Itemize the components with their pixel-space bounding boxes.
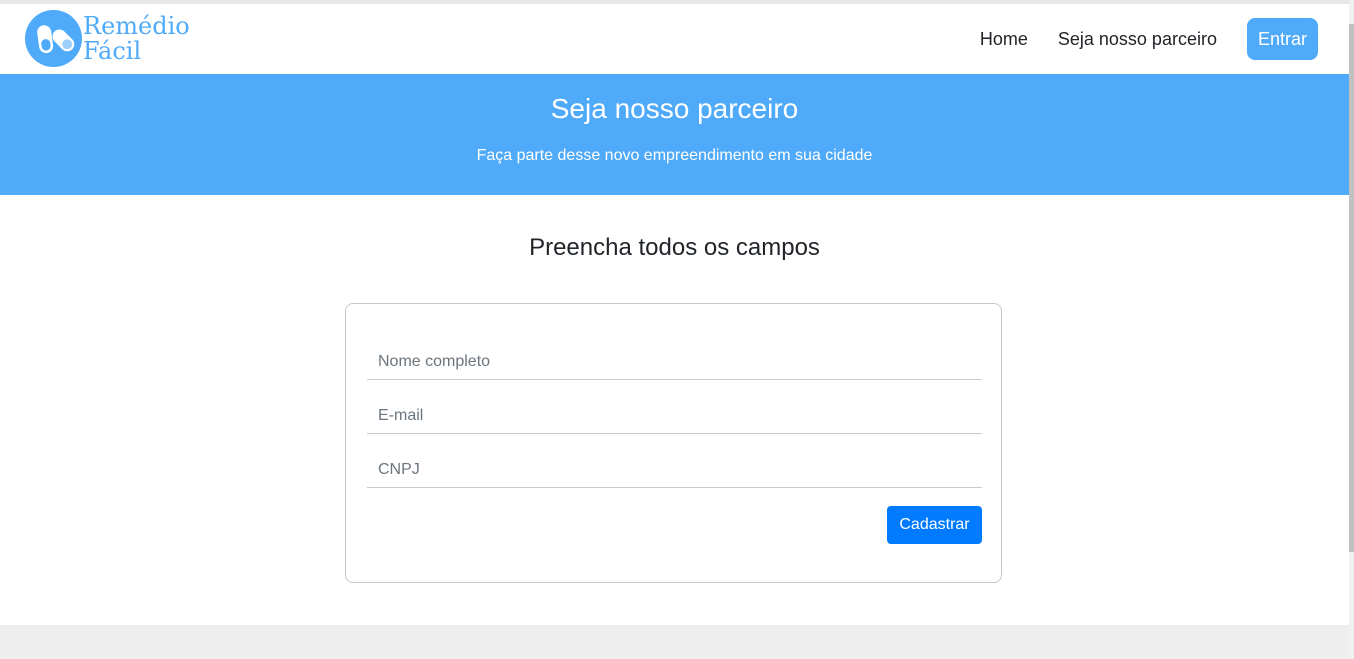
hero-banner: Seja nosso parceiro Faça parte desse nov… (0, 74, 1349, 195)
nav-home-link[interactable]: Home (980, 18, 1028, 60)
scrollbar-thumb[interactable] (1349, 24, 1354, 552)
register-button[interactable]: Cadastrar (887, 506, 982, 544)
main-nav: Home Seja nosso parceiro Entrar (980, 18, 1318, 60)
login-button[interactable]: Entrar (1246, 18, 1318, 60)
pill-capsule-icon (25, 10, 82, 67)
hero-title: Seja nosso parceiro (550, 93, 799, 124)
brand-logo[interactable]: Remédio Fácil (25, 10, 190, 67)
nav-partner-link[interactable]: Seja nosso parceiro (1058, 18, 1217, 60)
brand-name-line2: Fácil (83, 36, 142, 65)
brand-name: Remédio Fácil (83, 11, 190, 65)
email-input[interactable] (367, 398, 982, 434)
name-input[interactable] (367, 344, 982, 380)
hero-subtitle: Faça parte desse novo empreendimento em … (476, 147, 873, 164)
navbar: Remédio Fácil Home Seja nosso parceiro E… (0, 4, 1349, 74)
cnpj-input[interactable] (367, 452, 982, 488)
footer (0, 625, 1349, 659)
brand-name-line1: Remédio (83, 11, 190, 40)
partner-form-card: Cadastrar (345, 303, 1002, 583)
form-heading: Preencha todos os campos (529, 234, 820, 261)
